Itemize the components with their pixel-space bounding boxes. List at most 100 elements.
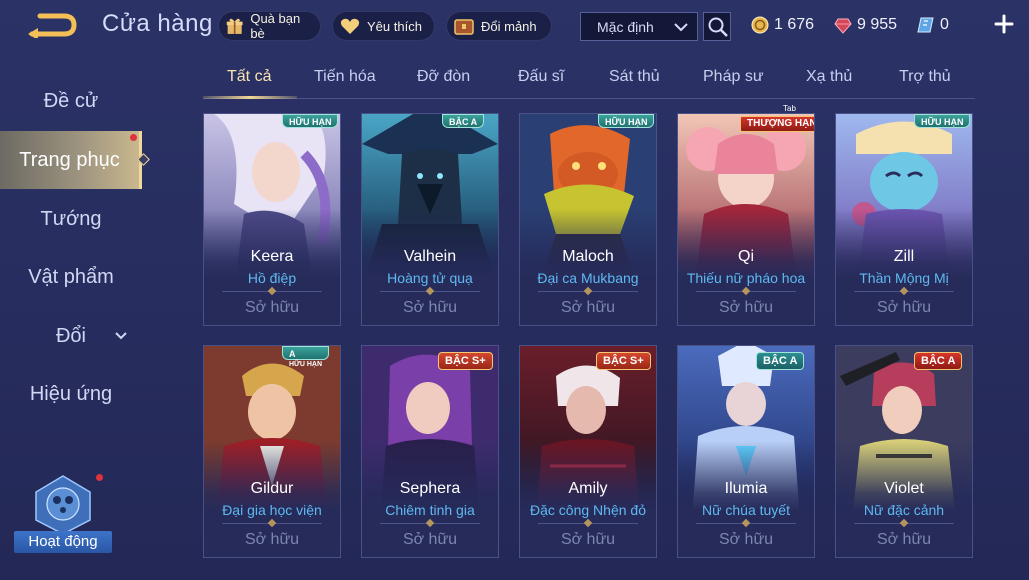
skin-card-zill[interactable]: HỮU HẠN Zill Thần Mộng Mị Sở hữu <box>835 113 973 326</box>
voucher-balance: 0 <box>917 14 949 36</box>
owned-status: Sở hữu <box>402 531 458 548</box>
tab-evolution[interactable]: Tiến hóa <box>314 68 376 86</box>
tier-badge: HỮU HẠN <box>282 114 339 128</box>
skin-name: Đại gia học viện <box>222 502 322 518</box>
owned-status: Sở hữu <box>876 299 932 316</box>
tab-support[interactable]: Trợ thủ <box>899 68 951 86</box>
skin-card-maloch[interactable]: HỮU HẠN Maloch Đại ca Mukbang Sở hữu <box>519 113 657 326</box>
chevron-down-icon <box>115 332 127 340</box>
owned-status: Sở hữu <box>244 299 300 316</box>
tier-badge: BẬC S+ <box>596 352 651 370</box>
page-title: Cửa hàng <box>102 10 213 37</box>
active-indicator <box>137 153 150 166</box>
owned-status: Sở hữu <box>402 299 458 316</box>
skin-name: Đại ca Mukbang <box>537 270 639 286</box>
tab-mage[interactable]: Pháp sư <box>703 68 764 86</box>
owned-status: Sở hữu <box>718 531 774 548</box>
skin-card-ilumia[interactable]: BẬC A Ilumia Nữ chúa tuyết Sở hữu <box>677 345 815 558</box>
tab-key-hint: Tab <box>783 104 796 113</box>
skin-card-gildur[interactable]: A HỮU HẠN Gildur Đại gia học viện Sở hữu <box>203 345 341 558</box>
owned-status: Sở hữu <box>560 531 616 548</box>
active-tab-underline <box>203 96 297 99</box>
sidebar-item-heroes[interactable]: Tướng <box>0 190 142 248</box>
sidebar-item-label: Tướng <box>40 207 102 230</box>
gold-coin-icon <box>751 16 769 34</box>
back-arrow-icon[interactable] <box>26 12 78 38</box>
tier-badge: THƯỢNG HẠNG <box>740 116 814 132</box>
skin-name: Nữ đặc cảnh <box>863 502 945 518</box>
sidebar-item-label: Đề cử <box>43 89 99 112</box>
owned-status: Sở hữu <box>718 299 774 316</box>
ruby-icon <box>834 18 852 34</box>
gold-amount: 1 676 <box>774 16 815 33</box>
sidebar-item-label: Hiệu ứng <box>29 382 113 405</box>
category-tabs: Tất cả Tiến hóa Đỡ đòn Đấu sĩ Sát thủ Ph… <box>203 62 975 99</box>
event-orb-icon <box>35 475 91 535</box>
search-button[interactable] <box>703 12 731 41</box>
ruby-amount: 9 955 <box>857 16 898 33</box>
skin-name: Hồ điệp <box>247 270 297 286</box>
shard-exchange-label: Đổi mảnh <box>481 18 537 34</box>
ruby-balance: 9 955 <box>834 14 897 36</box>
hero-name: Ilumia <box>724 480 768 497</box>
sidebar-item-exchange[interactable]: Đổi <box>0 307 142 365</box>
tier-badge: BẬC A <box>756 352 805 370</box>
skin-card-amily[interactable]: BẬC S+ Amily Đặc công Nhện đỏ Sở hữu <box>519 345 657 558</box>
top-bar: Cửa hàng Quà bạn bè Yêu thích Đổi mảnh M… <box>0 0 1029 52</box>
search-icon <box>708 17 728 37</box>
shard-exchange-button[interactable]: Đổi mảnh <box>446 11 552 41</box>
sidebar-item-items[interactable]: Vật phẩm <box>0 134 142 306</box>
tab-assassin[interactable]: Sát thủ <box>609 68 660 86</box>
tab-all[interactable]: Tất cả <box>227 68 271 86</box>
voucher-icon <box>917 17 934 33</box>
sidebar-item-label: Trang phục <box>19 148 120 171</box>
hero-name: Sephera <box>399 480 461 497</box>
sort-dropdown[interactable]: Mặc định <box>580 12 698 41</box>
heart-icon <box>340 18 360 34</box>
favorites-button[interactable]: Yêu thích <box>332 11 435 41</box>
skin-card-violet[interactable]: BẬC A Violet Nữ đặc cảnh Sở hữu <box>835 345 973 558</box>
skin-name: Nữ chúa tuyết <box>702 502 790 518</box>
skin-card-sephera[interactable]: BẬC S+ Sephera Chiêm tinh gia Sở hữu <box>361 345 499 558</box>
tier-badge: A HỮU HẠN <box>282 346 330 368</box>
sidebar-item-skins[interactable]: Trang phục <box>0 131 150 189</box>
skin-card-valhein[interactable]: BẬC A Valhein Hoàng tử quạ Sở hữu <box>361 113 499 326</box>
skin-name: Hoàng tử quạ <box>387 270 473 286</box>
skin-name: Thần Mộng Mị <box>859 270 949 286</box>
sidebar-item-recommended[interactable]: Đề cử <box>0 72 142 130</box>
owned-status: Sở hữu <box>244 531 300 548</box>
hero-name: Amily <box>568 480 608 497</box>
skin-card-keera[interactable]: HỮU HẠN Keera Hồ điệp Sở hữu <box>203 113 341 326</box>
owned-status: Sở hữu <box>876 531 932 548</box>
notification-dot <box>130 134 137 141</box>
owned-status: Sở hữu <box>560 299 616 316</box>
hero-name: Maloch <box>562 248 614 265</box>
skin-grid: HỮU HẠN Keera Hồ điệp Sở hữu BẬC A Valhe… <box>203 113 975 580</box>
skin-name: Chiêm tinh gia <box>385 502 475 518</box>
skin-card-qi[interactable]: THƯỢNG HẠNG Qi Thiếu nữ pháo hoa Sở hữu <box>677 113 815 326</box>
skin-name: Đặc công Nhện đỏ <box>530 502 646 518</box>
gift-icon <box>226 18 243 34</box>
tab-marksman[interactable]: Xạ thủ <box>806 68 852 86</box>
tab-warrior[interactable]: Đấu sĩ <box>518 68 564 86</box>
tier-badge: HỮU HẠN <box>598 114 655 128</box>
tier-badge: BẬC A <box>442 114 485 128</box>
gold-balance: 1 676 <box>751 14 814 36</box>
tier-badge: BẬC A <box>914 352 963 370</box>
tier-badge: BẬC S+ <box>438 352 493 370</box>
hero-name: Qi <box>738 248 754 265</box>
event-button[interactable]: Hoạt động <box>14 474 112 558</box>
event-label: Hoạt động <box>14 531 112 553</box>
chevron-down-icon <box>674 23 688 32</box>
friend-gift-button[interactable]: Quà bạn bè <box>218 11 321 41</box>
favorites-label: Yêu thích <box>367 18 422 34</box>
chest-icon <box>454 19 474 35</box>
hero-name: Gildur <box>250 480 294 497</box>
sidebar-item-effects[interactable]: Hiệu ứng <box>0 365 142 423</box>
friend-gift-label: Quà bạn bè <box>250 11 301 41</box>
sidebar-item-label: Đổi <box>55 324 86 347</box>
tier-badge: HỮU HẠN <box>914 114 971 128</box>
tab-tank[interactable]: Đỡ đòn <box>417 68 470 86</box>
voucher-amount: 0 <box>940 16 949 33</box>
add-currency-icon[interactable] <box>993 13 1015 35</box>
